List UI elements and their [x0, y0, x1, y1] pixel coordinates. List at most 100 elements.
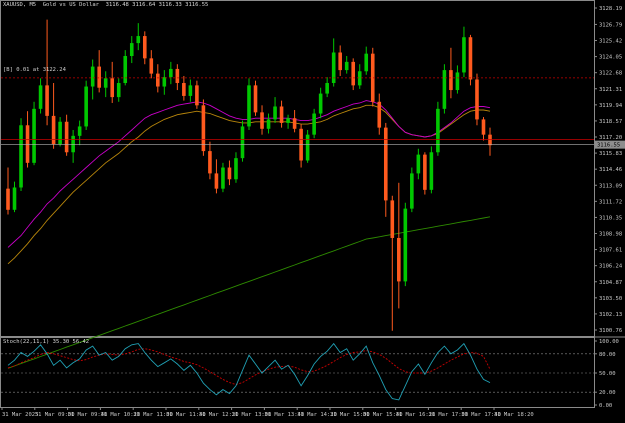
- candle-body: [149, 58, 154, 74]
- price-tick-label: 3106.24: [599, 264, 623, 270]
- price-tick-label: 3122.68: [599, 71, 622, 77]
- price-tick-label: 3102.13: [599, 312, 622, 318]
- price-axis: 3128.19 3126.79 3125.42 3124.05 3122.68 3121.…: [594, 6, 623, 334]
- candle-body: [214, 173, 219, 189]
- candle-body: [260, 112, 264, 129]
- order-level-label[interactable]: [B] 0.01 at 3122.24: [3, 67, 66, 73]
- chart-header: XAUUSD, M5 Gold vs US Dollar 3116.48 311…: [3, 2, 208, 8]
- price-tick-label: 3128.19: [599, 6, 622, 12]
- candles: [6, 19, 492, 331]
- moving-averages: [7, 100, 491, 369]
- candle-body: [169, 68, 173, 78]
- candle-body: [390, 200, 395, 238]
- stoch-main-line: [7, 342, 491, 401]
- candle-body: [25, 125, 30, 163]
- candle-body: [475, 79, 479, 120]
- candle-body: [442, 70, 447, 109]
- candle-body: [142, 36, 147, 59]
- candle-body: [221, 167, 225, 189]
- candle-body: [488, 134, 492, 146]
- candle-body: [253, 85, 258, 113]
- candle-body: [227, 167, 232, 180]
- candle-body: [129, 43, 134, 57]
- candle-body: [397, 237, 401, 282]
- candle-body: [32, 108, 36, 163]
- price-levels: 3116.55: [1, 77, 625, 149]
- candle-body: [462, 37, 466, 73]
- candle-body: [416, 154, 421, 174]
- candle-body: [286, 118, 290, 123]
- candle-body: [234, 158, 238, 180]
- candle-body: [116, 83, 121, 98]
- chart-borders: [0, 0, 625, 408]
- candle-body: [6, 188, 10, 210]
- mt-chart-window[interactable]: 3116.55 3128.19 3126.79 3125.42 3124.05 3122…: [0, 0, 625, 423]
- stoch-axis: 100.00 80.00 50.00 20.00 0.00: [594, 339, 619, 409]
- stoch-indicator-label: Stoch(22,11,1) 35.30 56.42: [3, 339, 90, 345]
- candle-body: [247, 85, 251, 127]
- candle-body: [38, 85, 43, 109]
- price-tick-label: 3124.05: [599, 55, 622, 61]
- ohlc-values: 3116.48 3116.64 3116.33 3116.55: [105, 2, 209, 8]
- time-tick-label: 31 Mar 2025: [2, 412, 38, 418]
- candle-body: [156, 73, 160, 87]
- candle-body: [305, 134, 310, 161]
- price-tick-label: 3103.50: [599, 296, 622, 302]
- candle-body: [90, 66, 95, 87]
- candle-body: [292, 118, 297, 129]
- time-axis: 31 Mar 202531 Mar 09:0031 Mar 09:4031 Ma…: [1, 407, 534, 418]
- candle-body: [410, 173, 414, 209]
- candle-body: [136, 36, 141, 44]
- price-tick-label: 3118.57: [599, 119, 622, 125]
- stoch-tick-label: 100.00: [599, 339, 619, 345]
- candle-body: [325, 83, 329, 94]
- price-tick-label: 3111.72: [599, 199, 622, 205]
- candle-body: [429, 152, 434, 190]
- candle-body: [110, 78, 115, 98]
- candle-body: [357, 71, 362, 86]
- candle-body: [481, 119, 486, 135]
- candle-body: [266, 119, 271, 129]
- price-tick-label: 3108.98: [599, 232, 622, 238]
- price-tick-label: 3117.20: [599, 135, 622, 141]
- price-tick-label: 3104.87: [599, 280, 622, 286]
- symbol-description: Gold vs US Dollar: [42, 2, 100, 8]
- candle-body: [175, 68, 180, 84]
- candle-body: [12, 187, 17, 210]
- candle-body: [273, 106, 277, 120]
- stochastic-pane[interactable]: [1, 342, 594, 401]
- stoch-tick-label: 80.00: [599, 352, 616, 358]
- price-tick-label: 3125.42: [599, 39, 622, 45]
- time-tick-label: 31 Mar 18:20: [494, 412, 534, 418]
- candle-body: [377, 101, 382, 128]
- ma-slow-line: [7, 216, 491, 369]
- candle-body: [364, 53, 369, 72]
- price-tick-label: 3126.79: [599, 22, 622, 28]
- candle-body: [51, 115, 56, 145]
- price-tick-label: 3114.46: [599, 167, 622, 173]
- candle-body: [468, 37, 473, 80]
- candle-body: [312, 113, 316, 135]
- candle-body: [188, 85, 193, 96]
- candle-body: [455, 72, 460, 91]
- current-price-text: 3116.55: [597, 143, 620, 149]
- candle-body: [449, 70, 453, 91]
- candle-body: [331, 52, 336, 84]
- candle-body: [162, 77, 167, 87]
- price-tick-label: 3121.31: [599, 87, 622, 93]
- candle-body: [71, 135, 75, 153]
- candle-body: [436, 108, 440, 153]
- stoch-tick-label: 50.00: [599, 371, 616, 377]
- candle-body: [344, 61, 349, 71]
- candle-body: [97, 66, 101, 88]
- price-tick-label: 3110.35: [599, 215, 622, 221]
- candle-body: [64, 121, 69, 153]
- candle-body: [19, 125, 23, 188]
- candle-body: [77, 126, 82, 136]
- candle-body: [403, 208, 408, 282]
- candle-body: [208, 151, 212, 174]
- stoch-tick-label: 20.00: [599, 390, 616, 396]
- price-tick-label: 3115.83: [599, 151, 622, 157]
- candle-body: [351, 61, 356, 86]
- stoch-tick-label: 0.00: [599, 403, 612, 409]
